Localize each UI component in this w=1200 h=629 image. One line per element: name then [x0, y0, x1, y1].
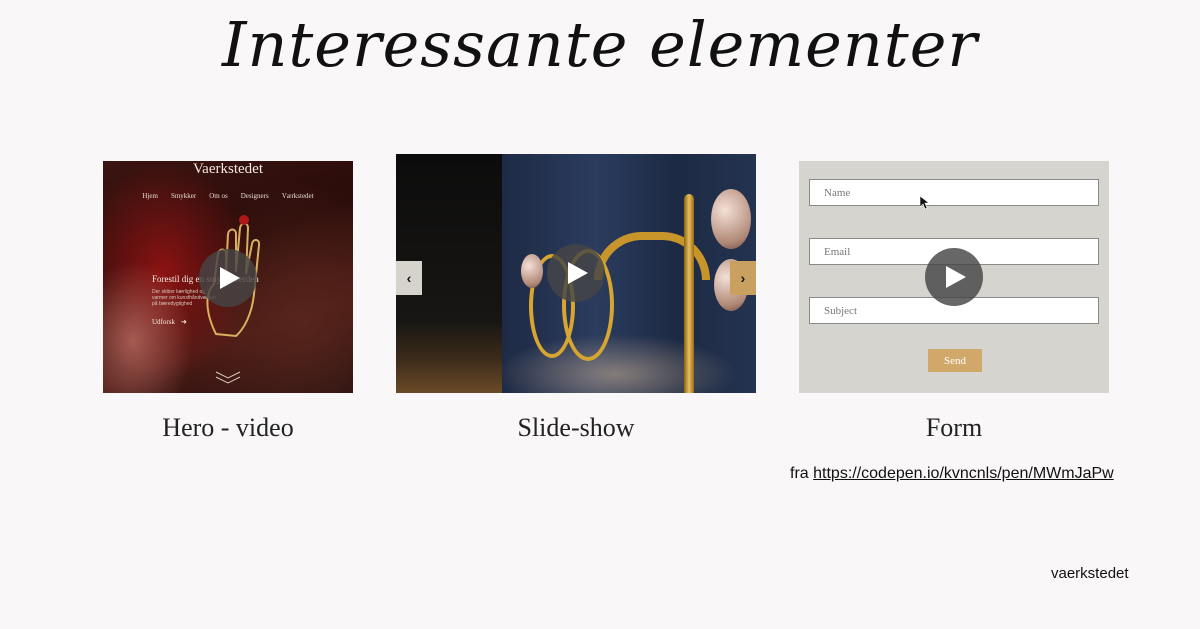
slideshow-next-button[interactable]: ›: [730, 261, 756, 295]
hero-nav-item[interactable]: Værkstedet: [282, 192, 314, 200]
play-icon: [568, 262, 588, 284]
hero-nav-item[interactable]: Smykker: [171, 192, 196, 200]
hero-nav-item[interactable]: Designers: [241, 192, 269, 200]
hero-video-label: Hero - video: [162, 413, 294, 442]
play-button[interactable]: [199, 249, 257, 307]
chevron-right-icon: ›: [740, 270, 746, 286]
page-title: Interessante elementer: [221, 8, 979, 81]
slideshow-prev-button[interactable]: ‹: [396, 261, 422, 295]
play-button[interactable]: [547, 244, 605, 302]
hero-nav: Hjem Smykker Om os Designers Værkstedet: [103, 192, 353, 200]
hero-nav-item[interactable]: Hjem: [142, 192, 158, 200]
form-label: Form: [925, 413, 983, 442]
arrow-right-icon: ➜: [180, 318, 187, 326]
hero-video-card[interactable]: Vaerkstedet Hjem Smykker Om os Designers…: [103, 161, 353, 393]
name-input[interactable]: Name: [809, 179, 1099, 206]
earring-stand-post: [684, 194, 694, 393]
form-card[interactable]: Name Email Subject Send: [799, 161, 1109, 393]
play-icon: [946, 266, 966, 288]
hero-nav-item[interactable]: Om os: [209, 192, 227, 200]
hero-cta-label: Udforsk: [152, 318, 175, 326]
send-button[interactable]: Send: [928, 349, 982, 372]
slideshow-card[interactable]: ‹ ›: [396, 154, 756, 393]
chevron-down-icon[interactable]: [214, 370, 242, 384]
source-link[interactable]: https://codepen.io/kvncnls/pen/MWmJaPw: [813, 465, 1114, 482]
hero-cta-link[interactable]: Udforsk ➜: [152, 318, 187, 326]
pearl: [521, 254, 543, 288]
footer-brand: vaerkstedet: [1051, 565, 1129, 582]
play-button[interactable]: [925, 248, 983, 306]
mouse-cursor-icon: [920, 196, 930, 210]
chevron-left-icon: ‹: [406, 270, 412, 286]
hero-brand-logo: Vaerkstedet: [193, 161, 263, 177]
source-prefix: fra: [790, 465, 809, 482]
play-icon: [220, 267, 240, 289]
pearl: [711, 189, 751, 249]
source-attribution: fra https://codepen.io/kvncnls/pen/MWmJa…: [790, 465, 1114, 483]
slideshow-label: Slide-show: [517, 413, 635, 442]
